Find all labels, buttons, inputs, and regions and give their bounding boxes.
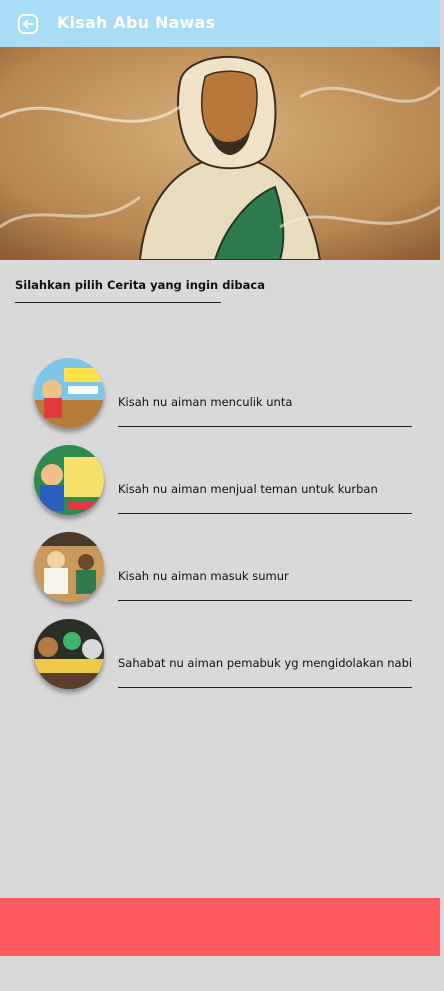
back-button[interactable] xyxy=(16,12,40,36)
section-divider xyxy=(15,302,221,303)
story-title: Kisah nu aiman menjual teman untuk kurba… xyxy=(118,482,378,496)
story-thumbnail xyxy=(34,532,104,602)
bottom-banner xyxy=(0,898,440,956)
section-title: Silahkan pilih Cerita yang ingin dibaca xyxy=(15,278,265,292)
arrow-left-circle-icon xyxy=(17,13,39,35)
story-title: Kisah nu aiman menculik unta xyxy=(118,395,293,409)
app-title: Kisah Abu Nawas xyxy=(57,13,216,32)
list-item-story-3[interactable]: Kisah nu aiman masuk sumur xyxy=(0,532,444,604)
list-item-story-1[interactable]: Kisah nu aiman menculik unta xyxy=(0,358,444,430)
list-item-story-2[interactable]: Kisah nu aiman menjual teman untuk kurba… xyxy=(0,445,444,517)
story-divider xyxy=(118,426,412,427)
app-bar: Kisah Abu Nawas xyxy=(0,0,440,47)
story-divider xyxy=(118,600,412,601)
story-thumbnail xyxy=(34,619,104,689)
story-thumbnail xyxy=(34,445,104,515)
story-title: Sahabat nu aiman pemabuk yg mengidolakan… xyxy=(118,656,413,670)
story-title: Kisah nu aiman masuk sumur xyxy=(118,569,289,583)
hero-image xyxy=(0,47,440,260)
story-divider xyxy=(118,513,412,514)
story-divider xyxy=(118,687,412,688)
list-item-story-4[interactable]: Sahabat nu aiman pemabuk yg mengidolakan… xyxy=(0,619,444,691)
story-thumbnail xyxy=(34,358,104,428)
